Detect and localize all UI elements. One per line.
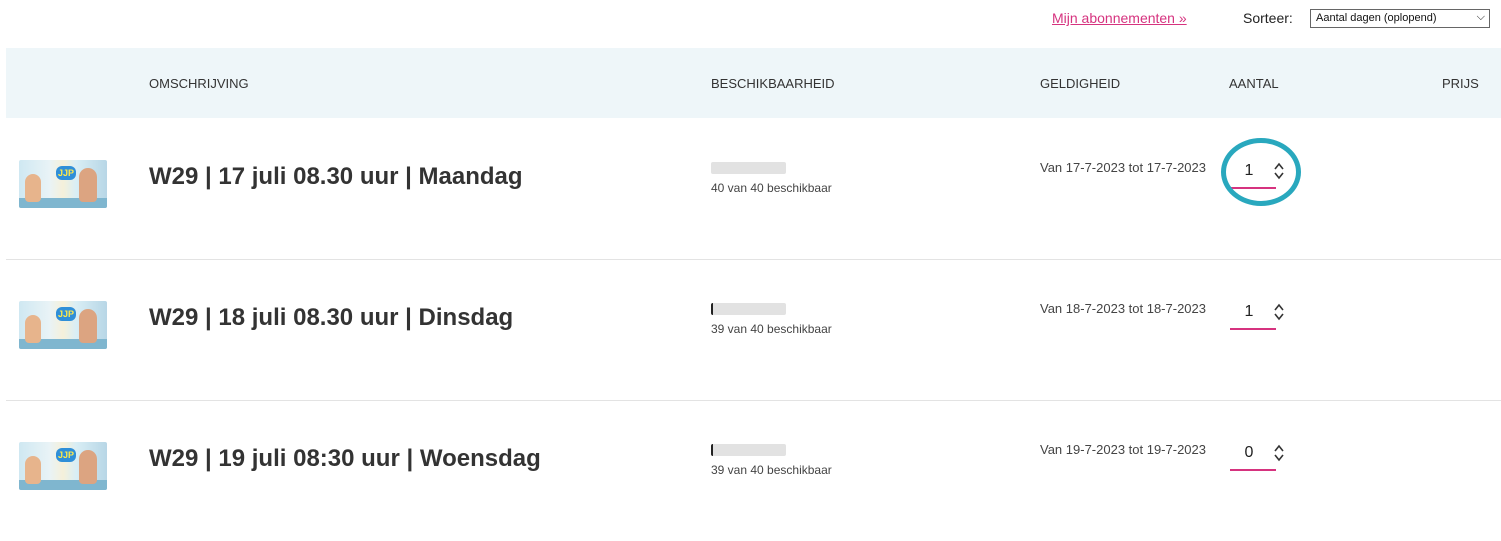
table-row: JJP W29 | 17 juli 08.30 uur | Maandag 40… (6, 118, 1501, 260)
validity-text: Van 19-7-2023 tot 19-7-2023 (1040, 442, 1206, 457)
thumbnail-logo: JJP (56, 448, 76, 462)
availability-bar (711, 303, 786, 315)
header-description: OMSCHRIJVING (149, 76, 249, 91)
quantity-value: 1 (1244, 303, 1254, 320)
availability-bar-fill (711, 444, 713, 456)
quantity-underline (1230, 328, 1276, 330)
validity-text: Van 17-7-2023 tot 17-7-2023 (1040, 160, 1206, 175)
availability-bar-fill (711, 303, 713, 315)
quantity-value: 0 (1244, 444, 1254, 461)
quantity-value: 1 (1244, 162, 1254, 179)
sort-select[interactable]: Aantal dagen (oplopend) ⌵ (1310, 9, 1490, 28)
availability-text: 40 van 40 beschikbaar (711, 181, 832, 195)
spinner-arrows-icon[interactable] (1273, 160, 1285, 182)
product-thumbnail: JJP (19, 301, 107, 349)
sort-label: Sorteer: (1243, 10, 1293, 26)
table-row: JJP W29 | 19 juli 08:30 uur | Woensdag 3… (6, 400, 1501, 541)
spinner-arrows-icon[interactable] (1273, 301, 1285, 323)
chevron-down-icon: ⌵ (1476, 11, 1485, 23)
header-availability: BESCHIKBAARHEID (711, 76, 835, 91)
header-quantity: AANTAL (1229, 76, 1279, 91)
sort-select-value: Aantal dagen (oplopend) (1316, 12, 1437, 24)
table-row: JJP W29 | 18 juli 08.30 uur | Dinsdag 39… (6, 259, 1501, 401)
quantity-stepper[interactable]: 1 (1228, 158, 1285, 189)
thumbnail-logo: JJP (56, 307, 76, 321)
spinner-arrows-icon[interactable] (1273, 442, 1285, 464)
availability-text: 39 van 40 beschikbaar (711, 463, 832, 477)
quantity-underline (1230, 469, 1276, 471)
validity-text: Van 18-7-2023 tot 18-7-2023 (1040, 301, 1206, 316)
row-title: W29 | 18 juli 08.30 uur | Dinsdag (149, 304, 514, 331)
product-thumbnail: JJP (19, 160, 107, 208)
quantity-underline (1230, 187, 1276, 189)
product-thumbnail: JJP (19, 442, 107, 490)
header-validity: GELDIGHEID (1040, 76, 1121, 91)
my-subscriptions-link[interactable]: Mijn abonnementen » (1052, 10, 1187, 26)
availability-bar (711, 162, 786, 174)
table-header: OMSCHRIJVING BESCHIKBAARHEID GELDIGHEID … (6, 48, 1501, 118)
toolbar: Mijn abonnementen » Sorteer: Aantal dage… (0, 0, 1501, 48)
quantity-stepper[interactable]: 1 (1228, 299, 1285, 330)
availability-bar (711, 444, 786, 456)
row-title: W29 | 19 juli 08:30 uur | Woensdag (149, 445, 541, 472)
availability-text: 39 van 40 beschikbaar (711, 322, 832, 336)
quantity-stepper[interactable]: 0 (1228, 440, 1285, 471)
row-title: W29 | 17 juli 08.30 uur | Maandag (149, 163, 523, 190)
header-price: PRIJS (1442, 76, 1479, 91)
thumbnail-logo: JJP (56, 166, 76, 180)
